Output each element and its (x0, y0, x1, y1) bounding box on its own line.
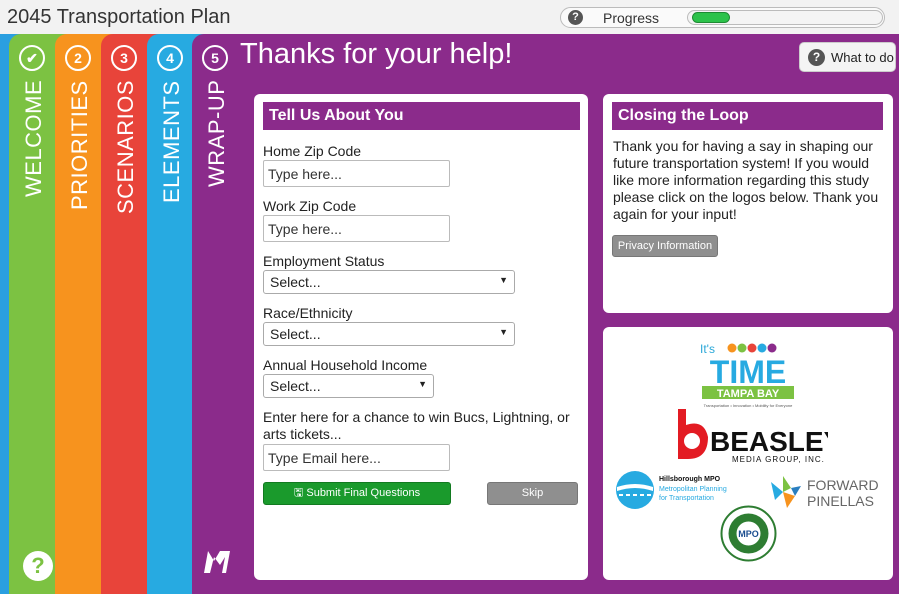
progress-bar (687, 10, 883, 25)
tab-priorities-badge: 2 (65, 45, 91, 71)
tab-elements-label: ELEMENTS (159, 80, 184, 203)
closing-text: Thank you for having a say in shaping ou… (613, 138, 879, 222)
home-zip-label: Home Zip Code (263, 143, 362, 159)
hillsborough-title: Hillsborough MPO (659, 476, 721, 483)
work-zip-input[interactable] (263, 215, 450, 242)
about-you-panel: Tell Us About You Home Zip Code Work Zip… (254, 94, 588, 580)
race-label: Race/Ethnicity (263, 305, 353, 321)
logos-panel: It's TIME TAMPA BAY Transportation • Inn… (603, 327, 893, 580)
tab-scenarios-label: SCENARIOS (113, 80, 138, 215)
pasco-county-mpo-logo[interactable]: MPO (720, 505, 777, 562)
home-zip-input[interactable] (263, 160, 450, 187)
income-select[interactable]: Select... ▼ (263, 374, 434, 398)
forward-line2: PINELLAS (807, 493, 874, 509)
what-to-do-label: What to do (831, 50, 894, 65)
employment-label: Employment Status (263, 253, 385, 269)
beasley-sub: MEDIA GROUP, INC. (732, 455, 825, 464)
email-input[interactable] (263, 444, 450, 471)
hillsborough-sub1: Metropolitan Planning (659, 486, 727, 493)
what-to-do-button[interactable]: ? What to do (799, 42, 896, 72)
progress-widget: ? Progress (560, 7, 885, 28)
race-select[interactable]: Select... ▼ (263, 322, 515, 346)
beasley-logo[interactable]: BEASLEY MEDIA GROUP, INC. (670, 405, 828, 465)
tab-elements-badge: 4 (157, 45, 183, 71)
hillsborough-sub2: for Transportation (659, 495, 714, 502)
submit-button[interactable]: 🖫 Submit Final Questions (263, 482, 451, 505)
skip-button[interactable]: Skip (487, 482, 578, 505)
email-prompt: Enter here for a chance to win Bucs, Lig… (263, 409, 570, 442)
privacy-button[interactable]: Privacy Information (612, 235, 718, 257)
employment-value: Select... (270, 274, 321, 290)
income-value: Select... (270, 378, 321, 394)
panel-heading: Closing the Loop (612, 102, 883, 130)
tab-wrapup-label: WRAP-UP (204, 80, 229, 188)
employment-select[interactable]: Select... ▼ (263, 270, 515, 294)
income-label: Annual Household Income (263, 357, 428, 373)
tab-priorities-label: PRIORITIES (67, 80, 92, 210)
check-icon: ✔ (19, 45, 45, 71)
app-logo-icon (204, 551, 230, 573)
time-word: TIME (710, 354, 786, 390)
tab-welcome-label: WELCOME (21, 80, 46, 198)
progress-fill (692, 12, 730, 23)
hillsborough-mpo-logo[interactable]: Hillsborough MPO Metropolitan Planning f… (615, 470, 765, 510)
forward-pinellas-logo[interactable]: FORWARD PINELLAS (765, 474, 885, 510)
tab-scenarios-badge: 3 (111, 45, 137, 71)
beasley-word: BEASLEY (710, 426, 828, 457)
time-tampa-bay-logo[interactable]: It's TIME TAMPA BAY Transportation • Inn… (698, 339, 798, 411)
race-value: Select... (270, 326, 321, 342)
top-bar: 2045 Transportation Plan ? Progress (0, 0, 899, 34)
forward-line1: FORWARD (807, 477, 879, 493)
help-icon: ? (808, 49, 825, 66)
save-icon: 🖫 (293, 487, 304, 499)
help-icon[interactable]: ? (568, 10, 583, 25)
time-sub: TAMPA BAY (717, 388, 780, 400)
page-title: Thanks for your help! (240, 38, 513, 70)
work-zip-label: Work Zip Code (263, 198, 357, 214)
pasco-center: MPO (738, 529, 759, 539)
closing-loop-panel: Closing the Loop Thank you for having a … (603, 94, 893, 313)
tab-wrapup-badge: 5 (202, 45, 228, 71)
chevron-down-icon: ▼ (499, 275, 508, 285)
chevron-down-icon: ▼ (499, 327, 508, 337)
chevron-down-icon: ▼ (418, 379, 427, 389)
help-icon[interactable]: ? (23, 551, 53, 581)
submit-label: Submit Final Questions (306, 487, 421, 499)
app-title: 2045 Transportation Plan (7, 6, 231, 28)
progress-label: Progress (603, 10, 660, 26)
panel-heading: Tell Us About You (263, 102, 580, 130)
